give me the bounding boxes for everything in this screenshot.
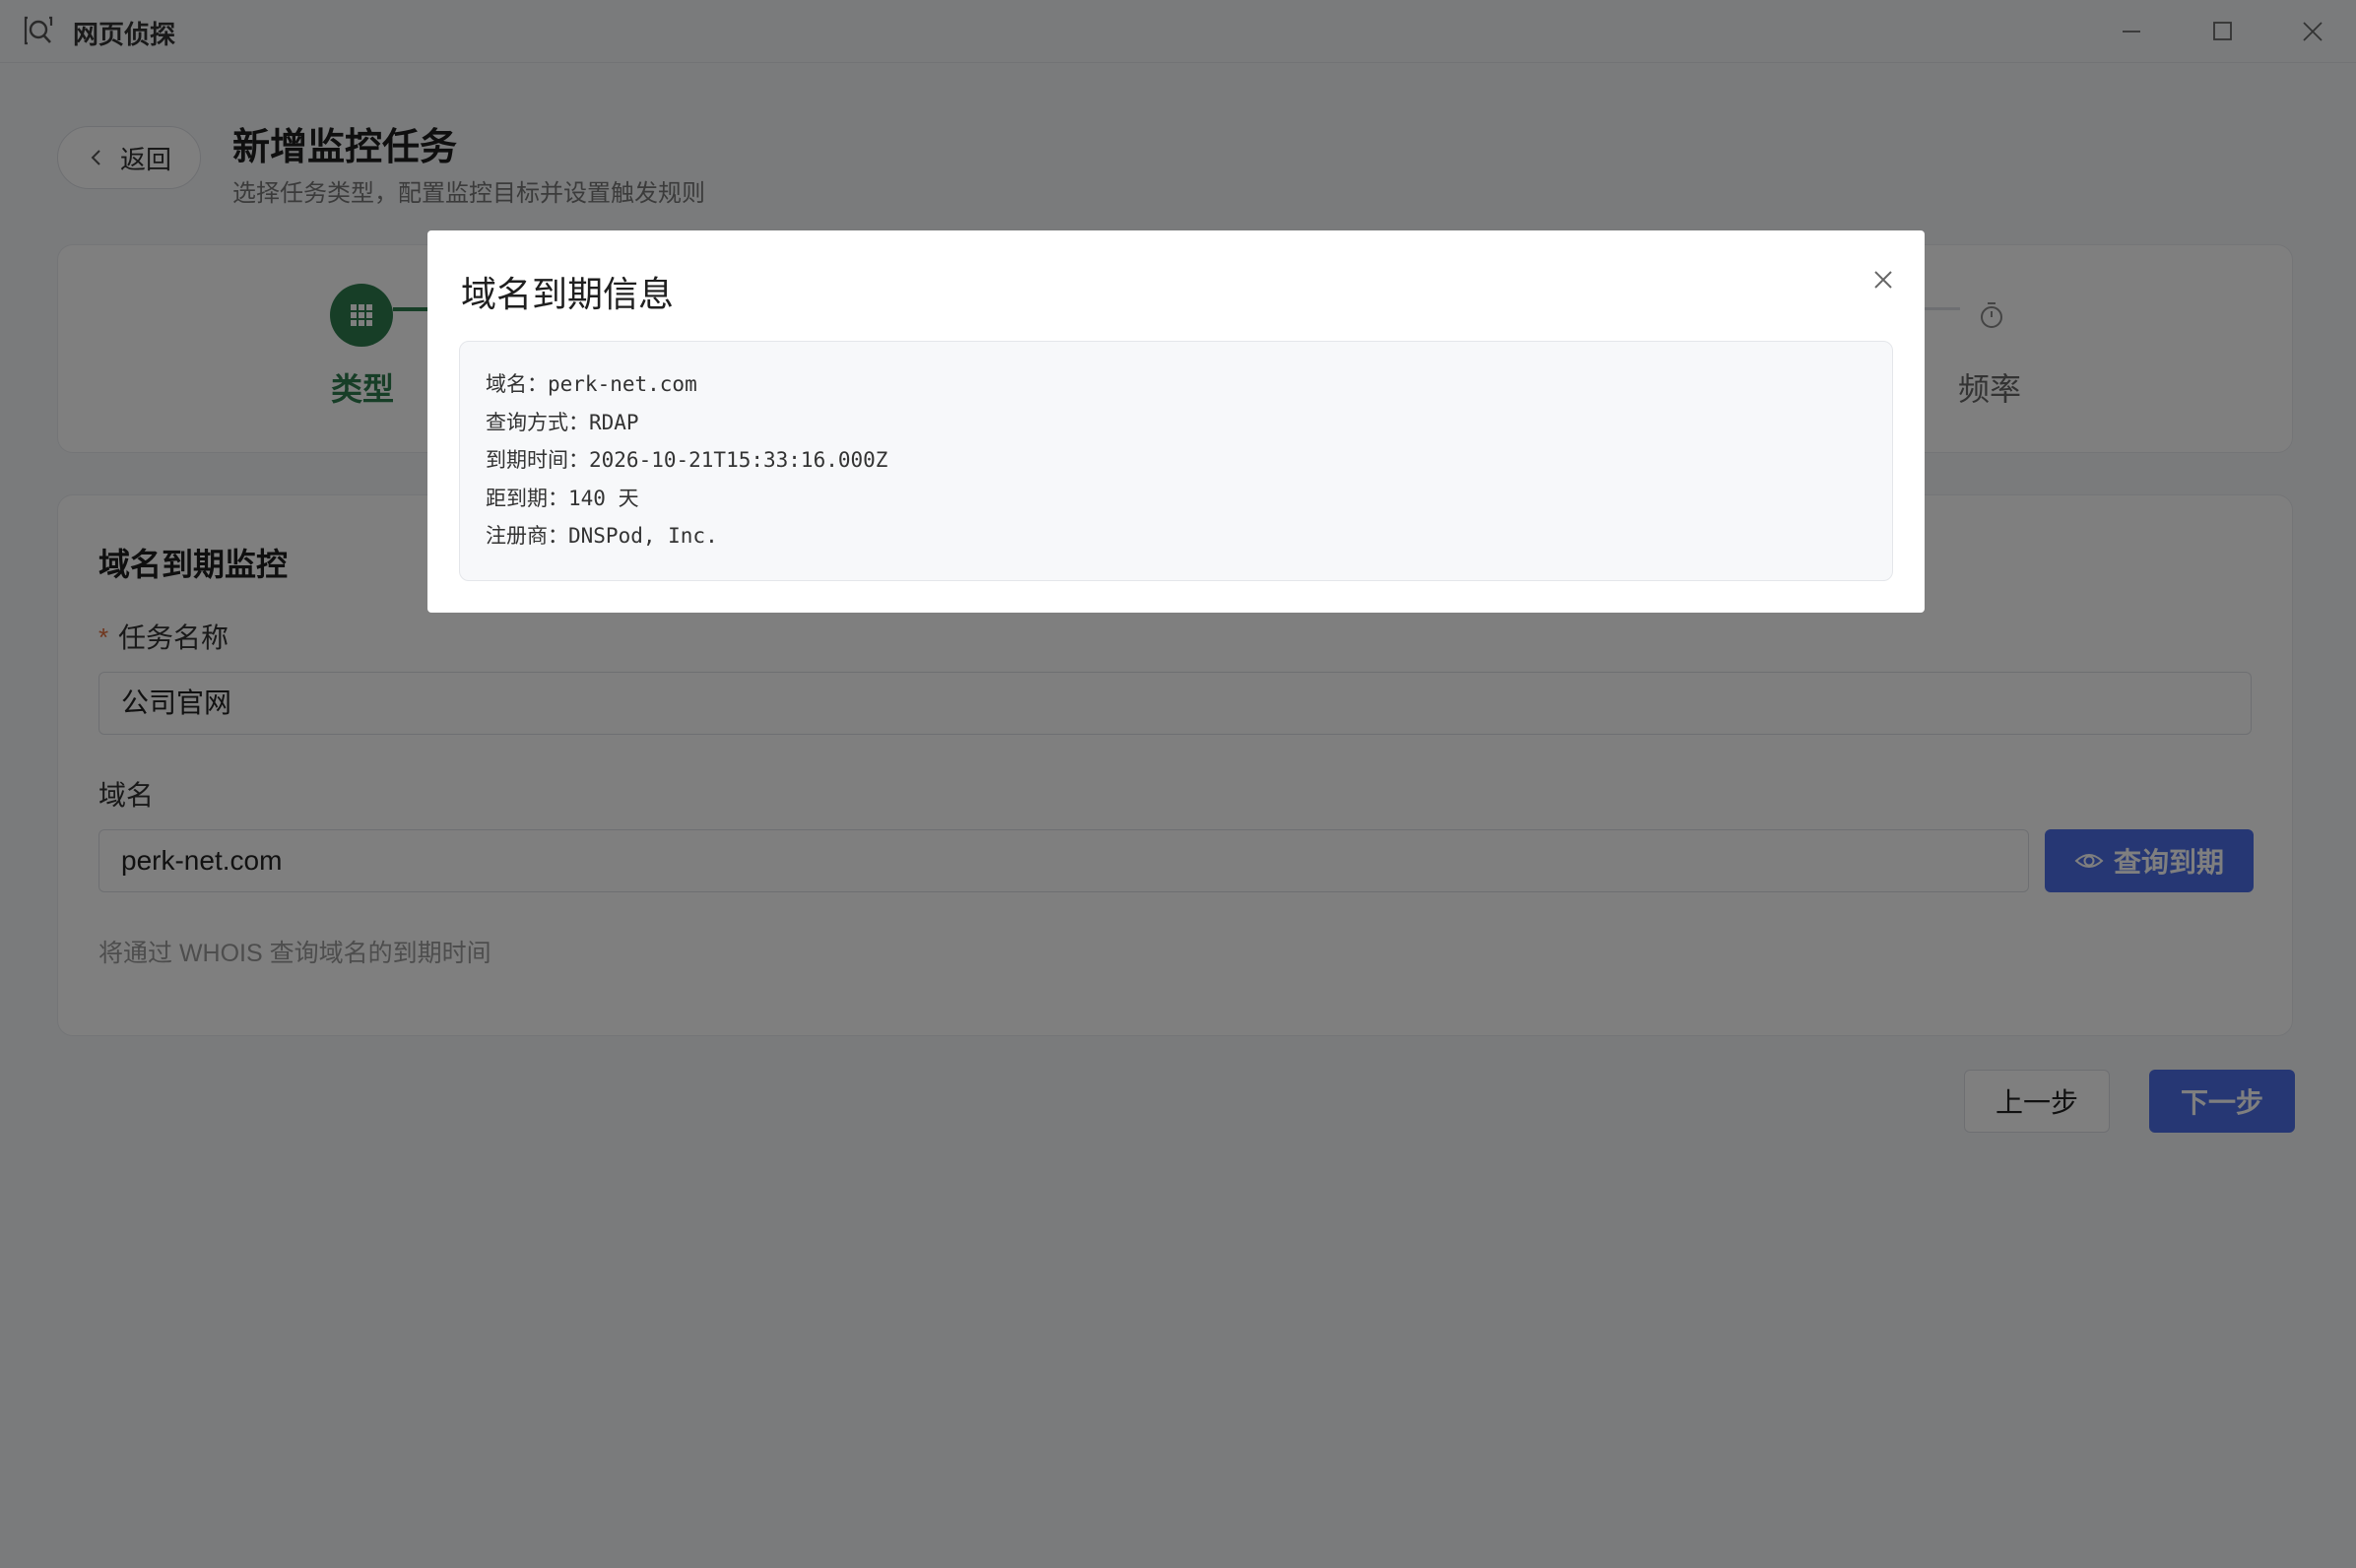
info-line-registrar: 注册商：DNSPod, Inc. [486,524,718,548]
info-line-expiry: 到期时间：2026-10-21T15:33:16.000Z [486,448,888,472]
close-icon[interactable] [1864,260,1903,299]
info-line-days-left: 距到期：140 天 [486,486,639,510]
info-line-domain: 域名：perk-net.com [486,372,697,396]
domain-expiry-modal: 域名到期信息 域名：perk-net.com 查询方式：RDAP 到期时间：20… [427,230,1925,613]
expiry-info-box: 域名：perk-net.com 查询方式：RDAP 到期时间：2026-10-2… [459,341,1893,581]
modal-title: 域名到期信息 [461,274,675,314]
info-line-method: 查询方式：RDAP [486,410,639,434]
app-window: 网页侦探 返回 新增监控任务 选择任务类型，配置监控目标并设置触发规则 类型 [0,0,2356,1568]
